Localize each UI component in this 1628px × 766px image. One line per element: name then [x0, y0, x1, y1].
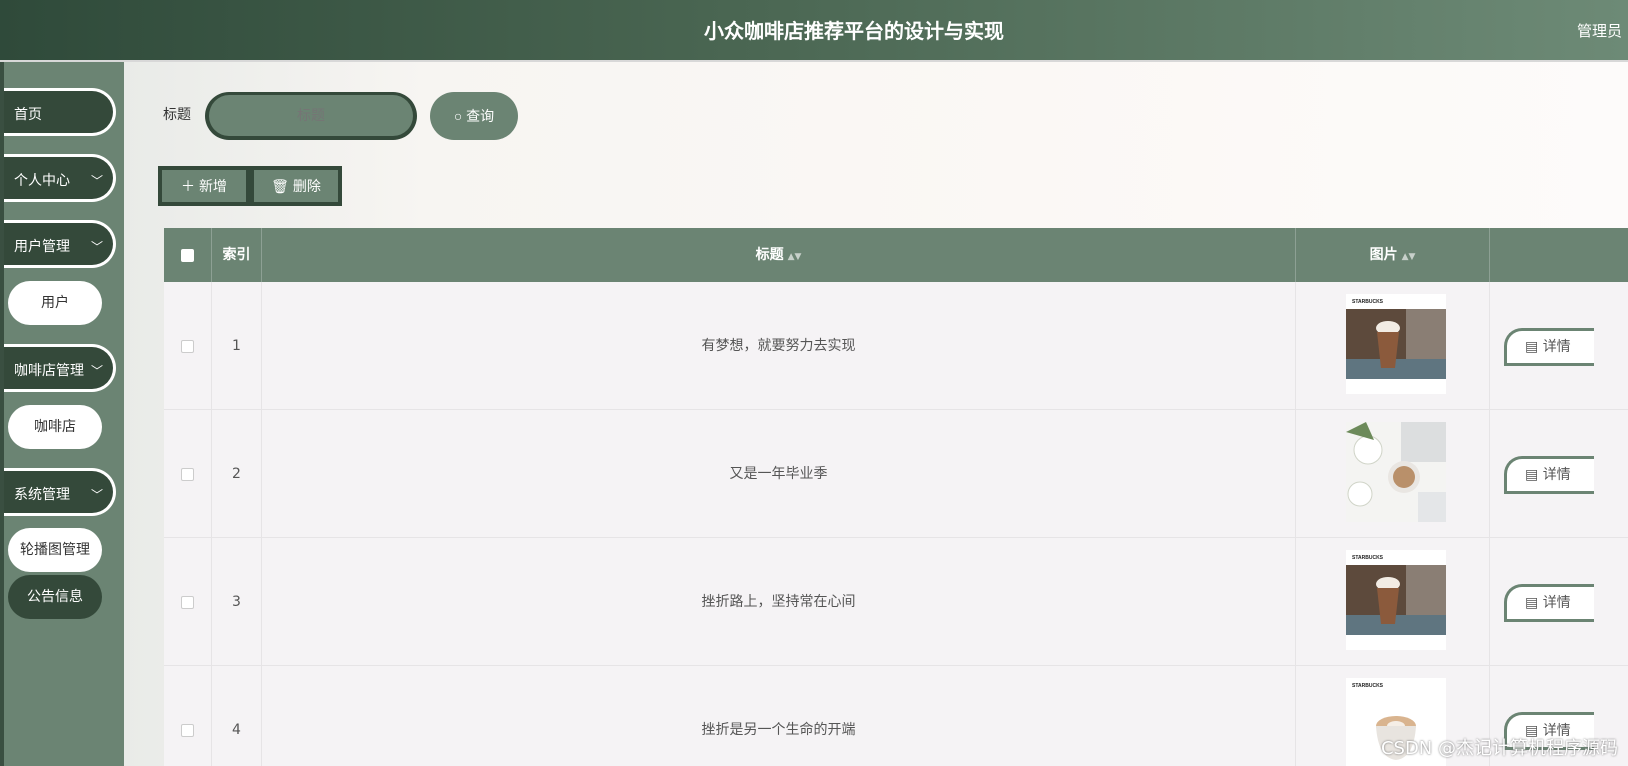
- row-image-cell: STARBUCKS: [1296, 538, 1490, 666]
- sort-icon[interactable]: ▲▼: [1402, 252, 1416, 262]
- detail-button[interactable]: ▤ 详情: [1504, 328, 1594, 366]
- detail-button[interactable]: ▤ 详情: [1504, 456, 1594, 494]
- table-row: 2 又是一年毕业季 ▤ 详情: [164, 410, 1628, 538]
- chevron-down-icon: ﹀: [90, 240, 103, 254]
- search-icon: ○: [453, 108, 463, 124]
- detail-button-label: 详情: [1542, 467, 1571, 483]
- column-header-image-label: 图片: [1369, 247, 1398, 263]
- user-role[interactable]: 管理员: [1577, 0, 1622, 62]
- row-title: 有梦想，就要努力去实现: [262, 282, 1296, 410]
- sidebar-item-coffee-shop-management[interactable]: 咖啡店管理 ﹀: [4, 344, 116, 392]
- add-button-label: 新增: [198, 178, 227, 194]
- sidebar-item-personal-center[interactable]: 个人中心 ﹀: [4, 154, 116, 202]
- row-checkbox[interactable]: [181, 339, 194, 353]
- row-checkbox[interactable]: [181, 467, 194, 481]
- row-index: 1: [212, 282, 262, 410]
- sidebar-item-label: 系统管理: [14, 487, 70, 503]
- delete-button-label: 删除: [292, 178, 321, 194]
- sidebar-subitem-carousel[interactable]: 轮播图管理: [8, 528, 102, 572]
- row-checkbox-cell: [164, 538, 212, 666]
- sidebar-item-home[interactable]: 首页: [4, 88, 116, 136]
- column-header-title-label: 标题: [755, 247, 784, 263]
- main-content: 标题 ○ 查询 ＋ 新增 🗑 删除 索引 标题 ▲▼ 图片 ▲▼ 1: [124, 62, 1628, 766]
- row-index: 2: [212, 410, 262, 538]
- sidebar-subitem-users[interactable]: 用户: [8, 281, 102, 325]
- detail-button-label: 详情: [1542, 595, 1571, 611]
- chevron-down-icon: ﹀: [90, 364, 103, 378]
- sidebar-item-label: 用户管理: [14, 239, 70, 255]
- top-header: 小众咖啡店推荐平台的设计与实现 管理员: [0, 0, 1628, 62]
- column-header-index: 索引: [212, 228, 262, 282]
- row-actions-cell: ▤ 详情: [1490, 410, 1628, 538]
- add-button[interactable]: ＋ 新增: [158, 166, 250, 206]
- svg-text:STARBUCKS: STARBUCKS: [1352, 683, 1384, 689]
- document-icon: ▤: [1525, 595, 1539, 611]
- row-index: 3: [212, 538, 262, 666]
- sidebar-item-label: 个人中心: [14, 173, 70, 189]
- sidebar-subitem-coffee-shop[interactable]: 咖啡店: [8, 405, 102, 449]
- table-row: 3 挫折路上，坚持常在心间 STARBUCKS ▤ 详情: [164, 538, 1628, 666]
- row-checkbox-cell: [164, 666, 212, 766]
- detail-button[interactable]: ▤ 详情: [1504, 584, 1594, 622]
- app-title: 小众咖啡店推荐平台的设计与实现: [704, 19, 1004, 43]
- document-icon: ▤: [1525, 339, 1539, 355]
- sidebar-item-user-management[interactable]: 用户管理 ﹀: [4, 220, 116, 268]
- sidebar-item-system-management[interactable]: 系统管理 ﹀: [4, 468, 116, 516]
- row-actions-cell: ▤ 详情: [1490, 282, 1628, 410]
- sort-icon[interactable]: ▲▼: [788, 252, 802, 262]
- search-input[interactable]: [205, 92, 417, 140]
- trash-icon: 🗑: [271, 178, 289, 194]
- plus-icon: ＋: [181, 178, 196, 194]
- search-button-label: 查询: [466, 108, 495, 124]
- row-image[interactable]: STARBUCKS: [1346, 294, 1446, 394]
- select-all-checkbox[interactable]: [181, 248, 194, 262]
- svg-text:STARBUCKS: STARBUCKS: [1352, 299, 1384, 305]
- row-actions-cell: ▤ 详情: [1490, 538, 1628, 666]
- sidebar-item-label: 咖啡店管理: [14, 363, 84, 379]
- row-image[interactable]: [1346, 422, 1446, 522]
- chevron-down-icon: ﹀: [90, 488, 103, 502]
- row-image[interactable]: STARBUCKS: [1346, 550, 1446, 650]
- row-title: 挫折是另一个生命的开端: [262, 666, 1296, 766]
- row-image-cell: [1296, 410, 1490, 538]
- column-header-title[interactable]: 标题 ▲▼: [262, 228, 1296, 282]
- document-icon: ▤: [1525, 467, 1539, 483]
- svg-text:STARBUCKS: STARBUCKS: [1352, 555, 1384, 561]
- chevron-down-icon: ﹀: [90, 174, 103, 188]
- row-image-cell: STARBUCKS: [1296, 282, 1490, 410]
- row-checkbox-cell: [164, 410, 212, 538]
- table-row: 1 有梦想，就要努力去实现 STARBUCKS ▤ 详情: [164, 282, 1628, 410]
- detail-button-label: 详情: [1542, 339, 1571, 355]
- sidebar-item-label: 首页: [14, 107, 42, 123]
- sidebar-subitem-announcements[interactable]: 公告信息: [8, 575, 102, 619]
- table-header: 索引 标题 ▲▼ 图片 ▲▼: [164, 228, 1628, 282]
- row-title: 挫折路上，坚持常在心间: [262, 538, 1296, 666]
- search-label: 标题: [163, 107, 191, 123]
- row-title: 又是一年毕业季: [262, 410, 1296, 538]
- search-button[interactable]: ○ 查询: [430, 92, 518, 140]
- delete-button[interactable]: 🗑 删除: [250, 166, 342, 206]
- row-checkbox[interactable]: [181, 595, 194, 609]
- column-header-actions: [1490, 228, 1628, 282]
- column-header-image[interactable]: 图片 ▲▼: [1296, 228, 1490, 282]
- sidebar: 首页 个人中心 ﹀ 用户管理 ﹀ 用户 咖啡店管理 ﹀ 咖啡店 系统管理 ﹀ 轮…: [0, 62, 124, 766]
- watermark: CSDN @杰记计算机程序源码: [1380, 738, 1618, 759]
- row-checkbox-cell: [164, 282, 212, 410]
- row-index: 4: [212, 666, 262, 766]
- row-checkbox[interactable]: [181, 723, 194, 737]
- select-all-cell: [164, 228, 212, 282]
